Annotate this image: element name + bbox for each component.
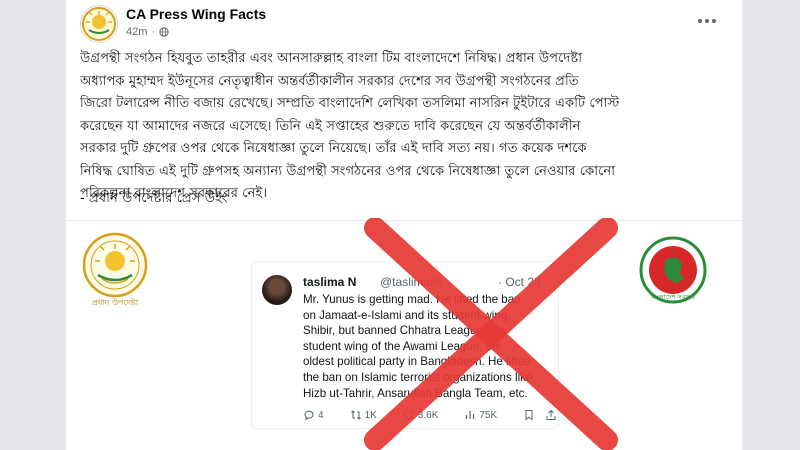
- views-chart-icon: [466, 411, 475, 419]
- share-icon: [546, 409, 556, 420]
- tweet-actions: 4 1K 3.6K 75K: [303, 407, 556, 423]
- tweet-view-count: 75K: [479, 409, 498, 421]
- tweet-like: 3.6K: [403, 409, 439, 421]
- bookmark-icon: [525, 410, 533, 421]
- tweet-screenshot: taslima N @taslimans · Oct 23 Mr. Yunus …: [251, 261, 559, 429]
- page-name[interactable]: CA Press Wing Facts: [126, 6, 266, 22]
- tweet-views: 75K: [464, 409, 497, 421]
- more-dot-icon: [705, 19, 709, 23]
- tweet-like-count: 3.6K: [417, 409, 439, 421]
- tweet-reply: 4: [303, 409, 324, 421]
- ca-seal-logo-icon: [82, 7, 116, 41]
- reply-icon: [304, 410, 314, 421]
- tweet-author-avatar: [262, 275, 292, 305]
- government-seal-icon: বাংলাদেশ সরকার: [639, 236, 707, 304]
- more-options-button[interactable]: [694, 12, 720, 30]
- heart-icon: [403, 410, 414, 421]
- post-time[interactable]: 42m: [126, 26, 147, 38]
- page-avatar[interactable]: [80, 5, 118, 43]
- tweet-text: Mr. Yunus is getting mad. He lifted the …: [303, 293, 533, 400]
- tweet-author-handle: @taslimans: [380, 275, 443, 289]
- facebook-post: CA Press Wing Facts 42m · উগ্রপন্থী সংগঠ…: [66, 0, 742, 450]
- tweet-repost: 1K: [350, 409, 377, 421]
- more-dot-icon: [698, 19, 702, 23]
- more-dot-icon: [712, 19, 716, 23]
- left-seal-caption: প্রধান উপদেষ্টা: [92, 297, 139, 307]
- repost-icon: [350, 410, 361, 420]
- post-media-image[interactable]: প্রধান উপদেষ্টা বাংলাদেশ সরকার taslima N…: [66, 220, 742, 450]
- tweet-reply-count: 4: [318, 409, 324, 421]
- tweet-share: [545, 409, 557, 421]
- globe-icon: [159, 27, 169, 37]
- post-signature: - প্রধান উপদেষ্টার প্রেস উইং: [80, 191, 228, 206]
- tweet-repost-count: 1K: [364, 409, 377, 421]
- tweet-bookmark: [523, 409, 535, 421]
- post-meta: 42m ·: [126, 26, 169, 38]
- post-header: CA Press Wing Facts 42m ·: [66, 0, 742, 44]
- tweet-date: · Oct 23: [498, 275, 541, 289]
- tweet-author-name: taslima N: [303, 275, 357, 289]
- right-seal-caption: বাংলাদেশ সরকার: [650, 293, 696, 301]
- post-body-text: উগ্রপন্থী সংগঠন হিযবুত তাহরীর এবং আনসারু…: [80, 51, 620, 201]
- chief-adviser-seal-icon: প্রধান উপদেষ্টা: [82, 232, 148, 307]
